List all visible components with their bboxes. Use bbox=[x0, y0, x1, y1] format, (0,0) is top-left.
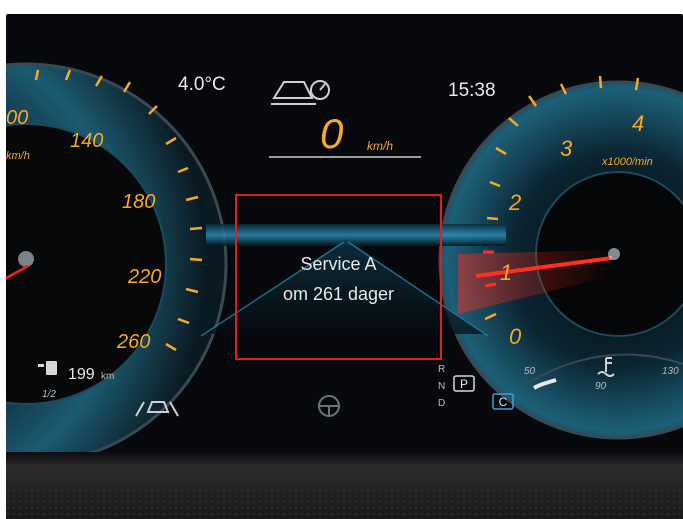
clock: 15:38 bbox=[448, 80, 496, 101]
speed-unit-label: km/h bbox=[6, 150, 30, 162]
rpm-unit-label: x1000/min bbox=[602, 156, 653, 168]
photo-frame: 4.0°C 15:38 0 km/h 00 140 km/h 180 220 2… bbox=[0, 0, 683, 519]
speed-unit: km/h bbox=[367, 139, 394, 153]
driving-assist-icon bbox=[271, 80, 330, 105]
temp-gauge-max: 130 bbox=[662, 366, 679, 377]
instrument-cluster-display: 4.0°C 15:38 0 km/h 00 140 km/h 180 220 2… bbox=[6, 14, 683, 464]
fuel-level: 1/2 bbox=[42, 389, 56, 400]
cluster-graphics bbox=[6, 62, 683, 464]
temp-gauge-min: 50 bbox=[524, 366, 536, 377]
range-value: 199 bbox=[68, 366, 95, 383]
range-unit: km bbox=[101, 371, 115, 382]
service-message-detail: om 261 dager bbox=[282, 284, 395, 304]
rpm-tick-label: 3 bbox=[560, 136, 573, 161]
drive-mode: C bbox=[498, 395, 508, 409]
gear-letter-n: N bbox=[438, 381, 446, 392]
rpm-tick-label: 0 bbox=[509, 324, 522, 349]
gear-letter-r: R bbox=[438, 364, 446, 375]
speed-tick-label: 00 bbox=[6, 107, 29, 129]
dashboard-trim bbox=[6, 464, 683, 519]
speed-value: 0 bbox=[320, 110, 344, 157]
rpm-tick-label: 2 bbox=[509, 190, 522, 215]
gear-selected: P bbox=[459, 377, 468, 391]
steering-wheel-icon bbox=[318, 395, 340, 417]
temp-gauge-mid: 90 bbox=[595, 381, 607, 392]
gear-letter-d: D bbox=[438, 398, 446, 409]
service-message-title: Service A bbox=[300, 254, 377, 274]
speed-tick-label: 220 bbox=[128, 266, 162, 288]
speed-tick-label: 180 bbox=[122, 191, 156, 213]
speed-tick-label: 260 bbox=[117, 331, 151, 353]
rpm-tick-label: 1 bbox=[500, 260, 513, 285]
rpm-tick-label: 4 bbox=[632, 111, 645, 136]
speed-tick-label: 140 bbox=[70, 130, 104, 152]
outside-temperature: 4.0°C bbox=[178, 74, 226, 95]
